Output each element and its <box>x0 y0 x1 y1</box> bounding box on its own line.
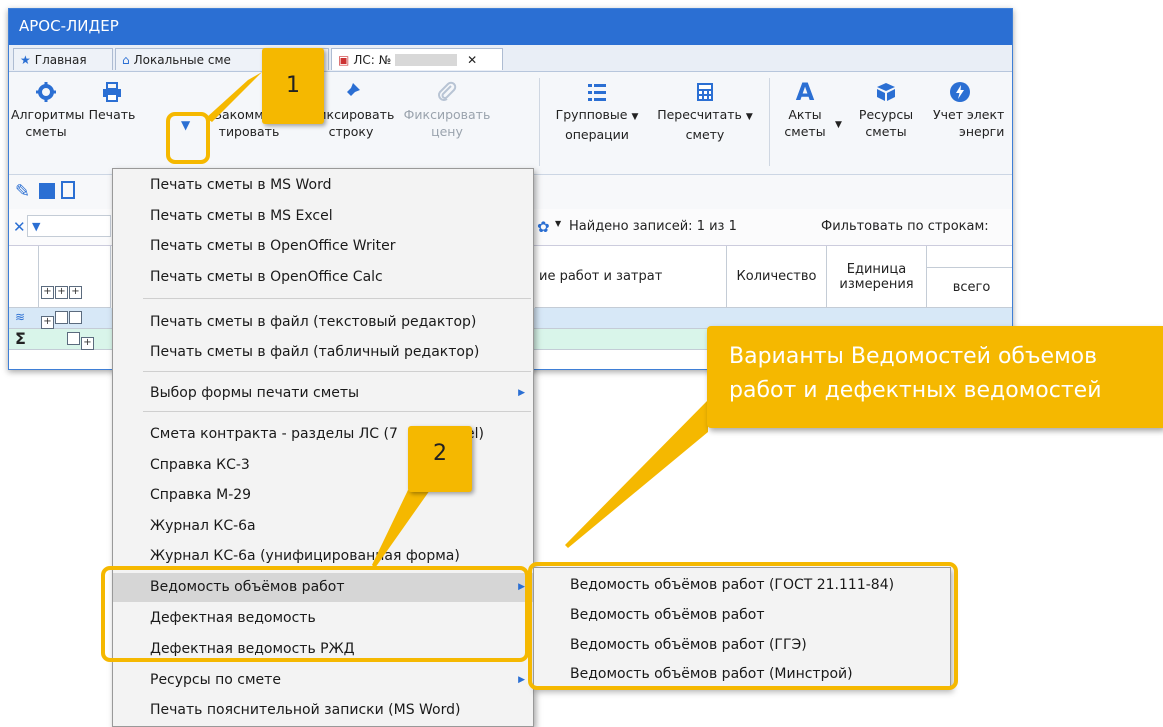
step-badge-2: 2 <box>408 426 472 492</box>
callout-box: Варианты Ведомостей объемов работ и дефе… <box>707 326 1163 428</box>
highlight-submenu <box>528 562 958 690</box>
highlight-print-arrow <box>166 112 210 164</box>
highlight-menu-items <box>101 566 529 662</box>
pointer-2 <box>372 490 430 568</box>
step-badge-1: 1 <box>262 48 324 124</box>
pointer-1 <box>206 72 262 122</box>
pointer-callout <box>565 400 708 548</box>
callout-line-1: Варианты Ведомостей объемов <box>729 344 1098 369</box>
callout-line-2: работ и дефектных ведомостей <box>729 378 1102 403</box>
